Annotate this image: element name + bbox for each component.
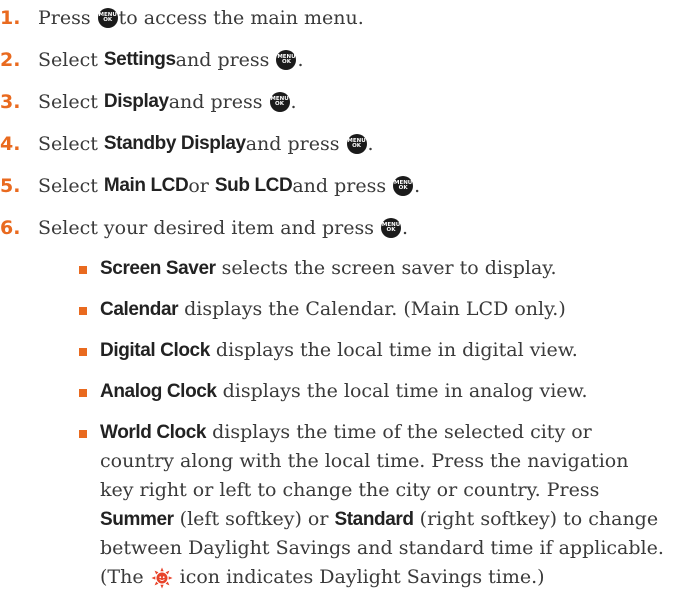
option-name: Digital Clock xyxy=(100,340,210,361)
step-text: . xyxy=(402,217,409,239)
option-description: displays the Calendar. (Main LCD only.) xyxy=(178,298,566,320)
step-text: and press xyxy=(175,49,270,71)
ok-key-label: OK xyxy=(352,143,362,149)
option-description: icon indicates Daylight Savings time.) xyxy=(173,566,545,588)
option-description: displays the local time in digital view. xyxy=(209,339,578,361)
step-1: 1. Press MENU OK to access the main menu. xyxy=(0,3,364,33)
step-number: 1. xyxy=(0,7,21,29)
list-item-digital-clock: Digital Clock displays the local time in… xyxy=(79,336,665,365)
step-text: . xyxy=(290,91,297,113)
softkey-standard: Standard xyxy=(334,509,414,530)
ok-key-label: OK xyxy=(103,17,113,23)
ok-key-label: OK xyxy=(282,59,291,65)
softkey-summer: Summer xyxy=(100,509,174,530)
list-item-text: Calendar displays the Calendar. (Main LC… xyxy=(80,295,665,324)
menu-ok-key-icon: MENU OK xyxy=(393,176,414,196)
list-item-text: Analog Clock displays the local time in … xyxy=(80,377,665,406)
step-text: Select your desired item and press xyxy=(38,217,374,239)
option-name: Screen Saver xyxy=(100,258,216,279)
menu-ok-key-icon: MENU OK xyxy=(381,218,402,238)
step-text: . xyxy=(414,175,421,197)
list-item-world-clock: World Clock displays the time of the sel… xyxy=(79,418,665,592)
list-item-text: World Clock displays the time of the sel… xyxy=(80,418,665,592)
list-item-analog-clock: Analog Clock displays the local time in … xyxy=(79,377,665,406)
bullet-square-icon xyxy=(79,430,87,438)
step-text: Press xyxy=(38,7,91,29)
bullet-square-icon xyxy=(79,389,87,397)
step-5: 5. Select Main LCD or Sub LCD and press … xyxy=(0,171,420,201)
menu-ok-key-icon: MENU OK xyxy=(97,8,118,28)
step-number: 5. xyxy=(0,175,21,197)
list-item-text: Screen Saver selects the screen saver to… xyxy=(80,254,665,283)
menu-item-display: Display xyxy=(103,91,169,112)
option-name: Analog Clock xyxy=(100,381,217,402)
ok-key-label: OK xyxy=(398,185,408,191)
bullet-square-icon xyxy=(79,348,87,356)
menu-item-main-lcd: Main LCD xyxy=(103,175,189,196)
menu-item-sub-lcd: Sub LCD xyxy=(214,175,293,196)
step-text: and press xyxy=(245,133,340,155)
bullet-square-icon xyxy=(79,307,87,315)
step-text: Select xyxy=(38,91,98,113)
menu-item-standby-display: Standby Display xyxy=(103,133,246,154)
list-item-screen-saver: Screen Saver selects the screen saver to… xyxy=(79,254,665,283)
list-item-calendar: Calendar displays the Calendar. (Main LC… xyxy=(79,295,665,324)
option-description: displays the local time in analog view. xyxy=(216,380,588,402)
ok-key-label: OK xyxy=(386,227,396,233)
option-description: selects the screen saver to display. xyxy=(215,257,557,279)
menu-item-settings: Settings xyxy=(103,49,176,70)
list-item-text: Digital Clock displays the local time in… xyxy=(80,336,665,365)
step-number: 6. xyxy=(0,217,21,239)
option-name: Calendar xyxy=(100,299,179,320)
step-number: 4. xyxy=(0,133,21,155)
menu-ok-key-icon: MENU OK xyxy=(346,134,367,154)
daylight-savings-sun-icon xyxy=(151,567,173,589)
step-2: 2. Select Settings and press MENU OK. xyxy=(0,45,304,75)
step-text: . xyxy=(297,49,304,71)
step-text: or xyxy=(188,175,209,197)
option-name: World Clock xyxy=(100,422,207,443)
step-text: Select xyxy=(38,133,98,155)
menu-ok-key-icon: MENU OK xyxy=(276,50,297,70)
step-text: to access the main menu. xyxy=(118,7,364,29)
step-number: 2. xyxy=(0,49,21,71)
bullet-square-icon xyxy=(79,266,87,274)
menu-ok-key-icon: MENU OK xyxy=(269,92,290,112)
ok-key-label: OK xyxy=(275,101,284,107)
step-text: and press xyxy=(168,91,263,113)
step-text: Select xyxy=(38,175,98,197)
option-description: (left softkey) or xyxy=(173,508,335,530)
step-6: 6. Select your desired item and press ME… xyxy=(0,213,408,243)
step-text: Select xyxy=(38,49,98,71)
step-3: 3. Select Display and press MENU OK. xyxy=(0,87,297,117)
step-text: . xyxy=(367,133,374,155)
step-4: 4. Select Standby Display and press MENU… xyxy=(0,129,374,159)
step-number: 3. xyxy=(0,91,21,113)
step-text: and press xyxy=(292,175,387,197)
